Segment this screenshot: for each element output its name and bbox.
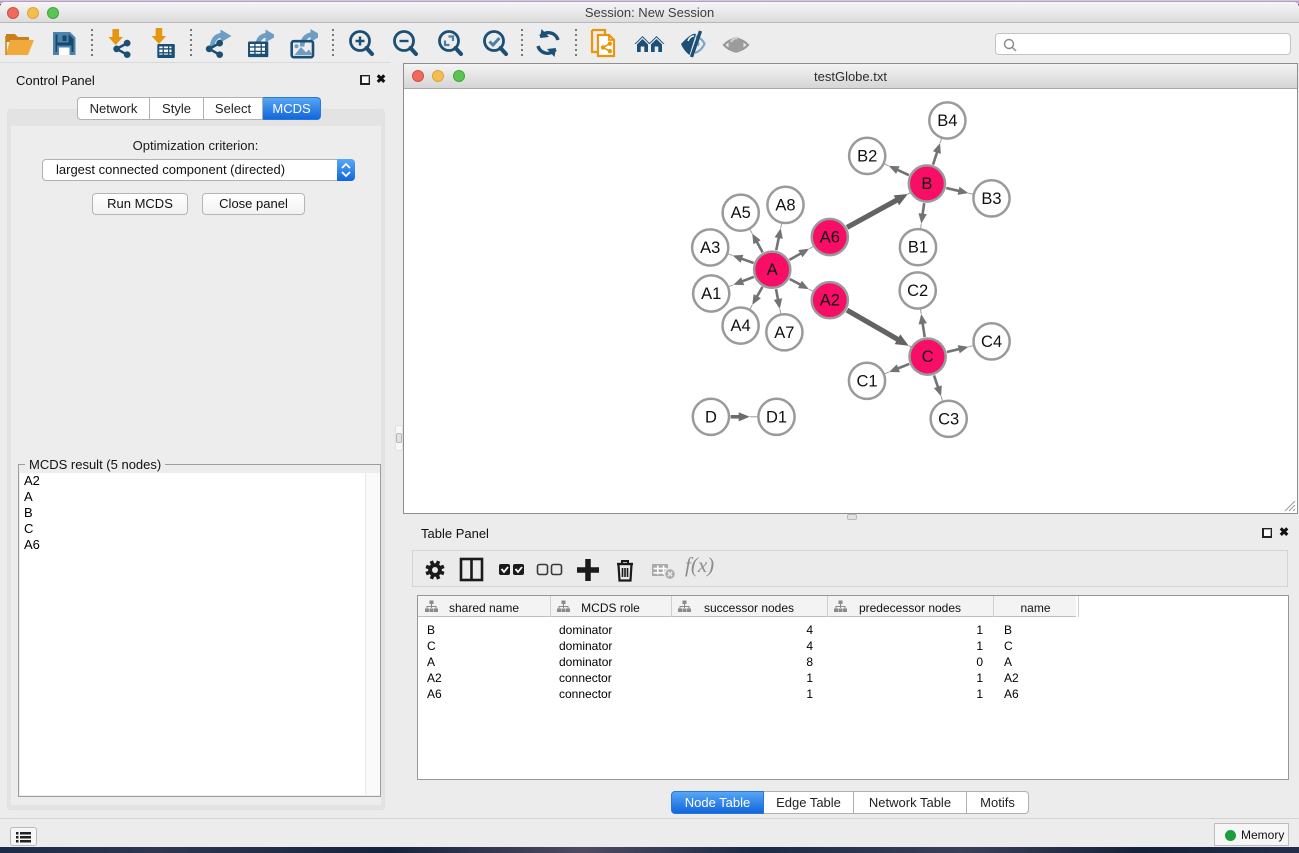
svg-text:D1: D1	[766, 408, 787, 426]
svg-text:D: D	[705, 408, 717, 426]
svg-text:B2: B2	[857, 147, 877, 165]
svg-text:A: A	[767, 261, 778, 279]
svg-text:B1: B1	[908, 239, 928, 257]
svg-text:B3: B3	[981, 190, 1001, 208]
svg-text:A8: A8	[775, 196, 795, 214]
svg-text:A2: A2	[820, 292, 840, 310]
svg-text:C1: C1	[856, 372, 877, 390]
svg-text:C3: C3	[938, 410, 959, 428]
svg-text:A4: A4	[731, 317, 751, 335]
svg-text:C2: C2	[907, 282, 928, 300]
svg-text:A5: A5	[731, 204, 751, 222]
svg-text:B4: B4	[937, 112, 957, 130]
svg-text:A3: A3	[700, 239, 720, 257]
svg-text:A6: A6	[820, 229, 840, 247]
svg-text:B: B	[921, 175, 932, 193]
svg-text:A7: A7	[774, 324, 794, 342]
svg-text:A1: A1	[701, 285, 721, 303]
svg-text:C: C	[922, 348, 934, 366]
svg-text:C4: C4	[981, 333, 1002, 351]
